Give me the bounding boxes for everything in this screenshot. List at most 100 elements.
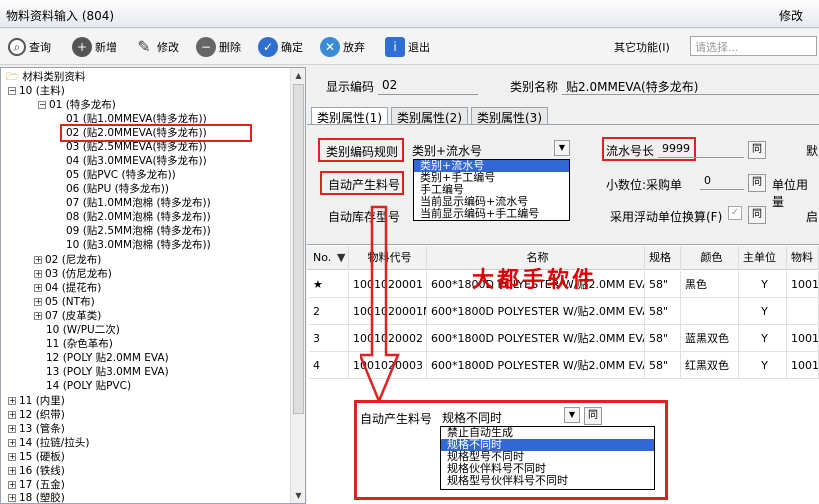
tree-node-t16[interactable]: +16 (铁线) bbox=[8, 465, 65, 478]
tree-node-0108[interactable]: 08 (贴2.0MM泡棉 (特多龙布)) bbox=[66, 211, 211, 224]
unit-usage-label: 单位用量 bbox=[772, 178, 809, 209]
expand-icon[interactable]: + bbox=[8, 439, 16, 447]
code-rule-dropdown[interactable]: 类别+流水号 类别+手工编号 手工编号 当前显示编码+流水号 当前显示编码+手工… bbox=[413, 159, 570, 221]
float-unit-checkbox[interactable]: ✓ bbox=[728, 206, 742, 220]
apply-same-button[interactable]: 同 bbox=[748, 174, 766, 192]
scroll-down-icon[interactable]: ▼ bbox=[291, 488, 306, 503]
tab-attr-3[interactable]: 类别属性(3) bbox=[471, 107, 548, 125]
tree-node-05[interactable]: +05 (NT布) bbox=[34, 296, 95, 309]
expand-icon[interactable]: + bbox=[34, 270, 42, 278]
tree-node-0105[interactable]: 05 (贴PVC (特多龙布)) bbox=[66, 169, 176, 182]
callout-value[interactable]: 规格不同时 bbox=[442, 409, 502, 426]
tree-node-t14[interactable]: +14 (拉链/拉头) bbox=[8, 437, 89, 450]
tree-node-0106[interactable]: 06 (贴PU (特多龙布)) bbox=[66, 183, 169, 196]
row-unit: Y bbox=[739, 298, 787, 325]
display-code-field[interactable]: 02 bbox=[382, 78, 397, 92]
tree-node-0103[interactable]: 03 (贴2.5MMEVA(特多龙布)) bbox=[66, 141, 207, 154]
apply-same-button[interactable]: 同 bbox=[748, 206, 766, 224]
expand-icon[interactable]: + bbox=[34, 312, 42, 320]
tree-node-main[interactable]: −10 (主料) bbox=[8, 85, 65, 98]
tree-node-t13[interactable]: +13 (管条) bbox=[8, 423, 65, 436]
apply-same-button[interactable]: 同 bbox=[748, 141, 766, 159]
col-spec[interactable]: 规格 bbox=[645, 246, 681, 270]
confirm-button[interactable]: ✓ 确定 bbox=[258, 35, 303, 59]
col-color[interactable]: 颜色 bbox=[681, 246, 739, 270]
filter-icon[interactable]: ▼ bbox=[337, 251, 345, 264]
expand-icon[interactable]: + bbox=[8, 494, 16, 502]
tree-node-t15[interactable]: +15 (硬板) bbox=[8, 451, 65, 464]
scroll-thumb[interactable] bbox=[293, 84, 304, 414]
other-functions-select[interactable]: 请选择... bbox=[690, 36, 817, 56]
search-icon: ⌕ bbox=[8, 38, 26, 56]
exit-button[interactable]: i 退出 bbox=[385, 35, 430, 59]
apply-same-button[interactable]: 同 bbox=[584, 407, 602, 425]
dropdown-option[interactable]: 当前显示编码+手工编号 bbox=[414, 208, 569, 220]
code-rule-value[interactable]: 类别+流水号 bbox=[412, 142, 482, 159]
expand-icon[interactable]: + bbox=[34, 284, 42, 292]
callout-label: 自动产生料号 bbox=[360, 412, 433, 426]
tree-node-14[interactable]: 14 (POLY 贴PVC) bbox=[46, 380, 131, 393]
row-no: 4 bbox=[309, 352, 349, 379]
chevron-down-icon[interactable]: ▼ bbox=[564, 407, 580, 423]
tree-node-01[interactable]: −01 (特多龙布) bbox=[38, 99, 116, 112]
tree-node-0107[interactable]: 07 (贴1.0MM泡棉 (特多龙布)) bbox=[66, 197, 211, 210]
tree-node-t18[interactable]: +18 (塑胶) bbox=[8, 492, 65, 504]
tree-node-root[interactable]: 🗁 材料类别资料 bbox=[6, 71, 85, 84]
scroll-up-icon[interactable]: ▲ bbox=[291, 68, 306, 83]
serial-len-field[interactable]: 9999 bbox=[662, 142, 690, 155]
float-unit-label: 采用浮动单位换算(F) bbox=[610, 210, 723, 224]
tree-node-02[interactable]: +02 (尼龙布) bbox=[34, 254, 101, 267]
watermark-text: 大都手软件 bbox=[472, 268, 598, 293]
window-title: 物料资料输入 (804) bbox=[6, 9, 115, 23]
expand-icon[interactable]: + bbox=[8, 467, 16, 475]
expand-icon[interactable]: + bbox=[8, 411, 16, 419]
collapse-icon[interactable]: − bbox=[8, 87, 16, 95]
decimal-label: 小数位:采购单 bbox=[606, 178, 683, 192]
tree-node-07[interactable]: +07 (皮革类) bbox=[34, 310, 101, 323]
tree-node-10[interactable]: 10 (W/PU二次) bbox=[46, 324, 120, 337]
tree-node-t11[interactable]: +11 (内里) bbox=[8, 395, 65, 408]
expand-icon[interactable]: + bbox=[8, 481, 16, 489]
tree-node-0109[interactable]: 09 (贴2.5MM泡棉 (特多龙布)) bbox=[66, 225, 211, 238]
expand-icon[interactable]: + bbox=[34, 256, 42, 264]
delete-button[interactable]: − 删除 bbox=[196, 35, 241, 59]
col-extra[interactable]: 物料 bbox=[787, 246, 819, 270]
row-name: 600*1800D POLYESTER W/贴2.0MM EVA bbox=[427, 325, 645, 352]
tree-node-t12[interactable]: +12 (织带) bbox=[8, 409, 65, 422]
auto-gen-dropdown[interactable]: 禁止自动生成 规格不同时 规格型号不同时 规格伙伴料号不同时 规格型号伙伴料号不… bbox=[440, 426, 655, 490]
chevron-down-icon[interactable]: ▼ bbox=[554, 140, 570, 156]
expand-icon[interactable]: + bbox=[8, 397, 16, 405]
row-color: 红黑双色 bbox=[681, 352, 739, 379]
row-unit: Y bbox=[739, 352, 787, 379]
mode-indicator: 修改 bbox=[778, 9, 803, 23]
dropdown-option[interactable]: 规格型号伙伴料号不同时 bbox=[441, 475, 654, 487]
tab-attr-2[interactable]: 类别属性(2) bbox=[391, 107, 468, 125]
edit-button[interactable]: ✎ 修改 bbox=[134, 35, 179, 59]
tree-node-12[interactable]: 12 (POLY 贴2.0MM EVA) bbox=[46, 352, 169, 365]
tree-scrollbar[interactable]: ▲ ▼ bbox=[290, 68, 305, 503]
tree-node-03[interactable]: +03 (仿尼龙布) bbox=[34, 268, 112, 281]
decimal-field[interactable]: 0 bbox=[704, 174, 711, 187]
abandon-button[interactable]: ✕ 放弃 bbox=[320, 35, 365, 59]
category-name-label: 类别名称 bbox=[510, 80, 559, 94]
col-unit[interactable]: 主单位 bbox=[739, 246, 787, 270]
add-button[interactable]: + 新增 bbox=[72, 35, 117, 59]
code-rule-label: 类别编码规则 bbox=[326, 145, 399, 159]
expand-icon[interactable]: + bbox=[34, 298, 42, 306]
tab-attr-1[interactable]: 类别属性(1) bbox=[311, 107, 388, 125]
minus-icon: − bbox=[196, 37, 216, 57]
display-code-underline bbox=[378, 94, 478, 95]
tree-node-0104[interactable]: 04 (贴3.0MMEVA(特多龙布)) bbox=[66, 155, 207, 168]
tree-node-t17[interactable]: +17 (五金) bbox=[8, 479, 65, 492]
tree-node-04[interactable]: +04 (提花布) bbox=[34, 282, 101, 295]
tree-node-11[interactable]: 11 (杂色革布) bbox=[46, 338, 113, 351]
query-button[interactable]: ⌕ 查询 bbox=[8, 35, 51, 59]
expand-icon[interactable]: + bbox=[8, 453, 16, 461]
category-name-field[interactable]: 贴2.0MMEVA(特多龙布) bbox=[566, 78, 698, 95]
tree-node-13[interactable]: 13 (POLY 贴3.0MM EVA) bbox=[46, 366, 169, 379]
row-unit: Y bbox=[739, 325, 787, 352]
tree-node-0110[interactable]: 10 (贴3.0MM泡棉 (特多龙布)) bbox=[66, 239, 211, 252]
expand-icon[interactable]: + bbox=[8, 425, 16, 433]
row-spec: 58" bbox=[645, 271, 681, 298]
collapse-icon[interactable]: − bbox=[38, 101, 46, 109]
